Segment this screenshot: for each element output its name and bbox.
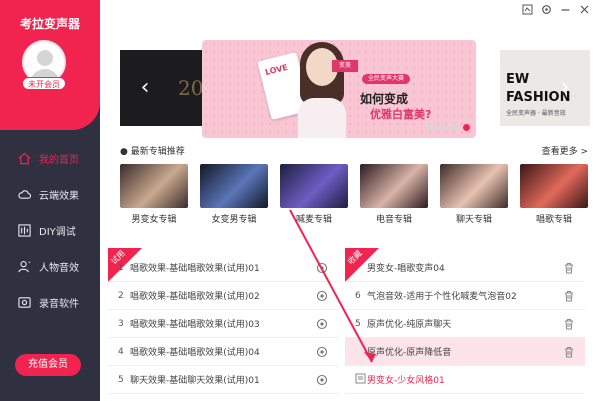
- view-more-link[interactable]: 查看更多 >: [542, 144, 588, 157]
- effect-row[interactable]: 4 唱歌效果-基础唱歌效果(试用)04: [108, 338, 338, 366]
- delete-icon[interactable]: [563, 318, 575, 330]
- banner-slide-prev[interactable]: 20: [120, 50, 210, 126]
- carousel-next-arrow-icon[interactable]: ›: [556, 74, 574, 102]
- vip-status-badge[interactable]: 未开会员: [22, 77, 66, 90]
- cloud-icon: [18, 189, 31, 199]
- effect-row[interactable]: 5 原声优化-纯原声聊天: [345, 310, 585, 338]
- effect-row[interactable]: 5 聊天效果-基础聊天效果(试用)01: [108, 366, 338, 394]
- sidebar-item-label: 云端效果: [39, 190, 79, 202]
- album-label: 聊天专辑: [455, 215, 492, 225]
- albums-header: ● 最新专辑推荐 查看更多 >: [120, 144, 588, 158]
- album-thumbnail[interactable]: [360, 164, 428, 208]
- play-effect-icon[interactable]: [316, 374, 328, 386]
- favorite-effects-panel: 收藏 男变女-唱歌变声04 6 气泡音效-适用于个性化喊麦气泡音02 5 原声优化-纯原声…: [345, 248, 585, 398]
- effect-row[interactable]: 男变女-唱歌变声04: [345, 254, 585, 282]
- carousel-dot[interactable]: [439, 124, 446, 131]
- delete-icon[interactable]: [563, 290, 575, 302]
- effect-name: 男变女-少女风格01: [367, 376, 445, 386]
- play-effect-icon[interactable]: [316, 290, 328, 302]
- album-thumbnail[interactable]: [120, 164, 188, 208]
- sidebar-item-label: 我的首页: [39, 154, 79, 166]
- effect-row[interactable]: 6 气泡音效-适用于个性化喊麦气泡音02: [345, 282, 585, 310]
- row-number: [345, 373, 367, 387]
- album-thumbnail[interactable]: [280, 164, 348, 208]
- sidebar-item-diy[interactable]: DIY调试: [0, 212, 100, 248]
- sidebar: 考拉变声器 未开会员 我的首页 云端效果 DIY调试 人物音效 录音软件 充值会…: [0, 0, 100, 401]
- row-number: 4: [118, 346, 124, 357]
- banner-tag: 变美: [332, 60, 358, 72]
- effect-row[interactable]: 3 唱歌效果-基础唱歌效果(试用)03: [108, 310, 338, 338]
- album-thumbnail[interactable]: [200, 164, 268, 208]
- row-number: 6: [355, 290, 361, 301]
- effect-name: 唱歌效果-基础唱歌效果(试用)02: [130, 292, 260, 302]
- sidebar-item-label: DIY调试: [39, 226, 76, 238]
- albums-title: ● 最新专辑推荐: [120, 147, 185, 157]
- file-icon: [355, 373, 366, 383]
- album-card[interactable]: 喊麦专辑: [280, 164, 348, 225]
- album-label: 电音专辑: [375, 215, 412, 225]
- album-label: 男变女专辑: [131, 215, 177, 225]
- album-card[interactable]: 女变男专辑: [200, 164, 268, 225]
- equalizer-icon: [18, 223, 31, 237]
- row-number: 5: [118, 374, 124, 385]
- album-card[interactable]: 唱歌专辑: [520, 164, 588, 225]
- effect-row[interactable]: 2 唱歌效果-基础唱歌效果(试用)02: [108, 282, 338, 310]
- carousel-prev-arrow-icon[interactable]: ‹: [136, 74, 154, 102]
- play-effect-icon[interactable]: [316, 318, 328, 330]
- effect-row[interactable]: 男变女-少女风格01: [345, 366, 585, 394]
- play-effect-icon[interactable]: [316, 262, 328, 274]
- album-card[interactable]: 男变女专辑: [120, 164, 188, 225]
- album-thumbnail[interactable]: [440, 164, 508, 208]
- album-label: 唱歌专辑: [535, 215, 572, 225]
- app-title: 考拉变声器: [19, 17, 80, 31]
- sidebar-item-home[interactable]: 我的首页: [0, 140, 100, 176]
- home-icon: [18, 152, 31, 164]
- app-window: 考拉变声器 未开会员 我的首页 云端效果 DIY调试 人物音效 录音软件 充值会…: [0, 0, 600, 401]
- carousel-indicator: [427, 124, 470, 131]
- sidebar-item-label: 人物音效: [39, 262, 79, 274]
- sidebar-item-character[interactable]: 人物音效: [0, 248, 100, 284]
- album-thumbnail[interactable]: [520, 164, 588, 208]
- sidebar-item-recorder[interactable]: 录音软件: [0, 284, 100, 320]
- carousel-dot[interactable]: [451, 124, 458, 131]
- album-card[interactable]: 聊天专辑: [440, 164, 508, 225]
- effect-name: 男变女-唱歌变声04: [367, 264, 445, 274]
- sidebar-item-label: 录音软件: [39, 298, 79, 310]
- delete-icon[interactable]: [563, 262, 575, 274]
- banner-slide-next[interactable]: EW FASHION 全民变声器 · 最新音效: [500, 50, 590, 126]
- recharge-button[interactable]: 充值会员: [15, 354, 81, 376]
- effect-row[interactable]: 1 唱歌效果-基础唱歌效果(试用)01: [108, 254, 338, 282]
- effect-name: 唱歌效果-基础唱歌效果(试用)01: [130, 264, 260, 274]
- banner-headline-2: 优雅白富美?: [370, 108, 432, 121]
- sidebar-item-cloud[interactable]: 云端效果: [0, 176, 100, 212]
- banner-small-label: 全民变声大赛: [362, 74, 411, 84]
- sidebar-header: 考拉变声器 未开会员: [0, 0, 100, 130]
- effect-row[interactable]: 原声优化-原声降低音: [345, 338, 585, 366]
- mic-recorder-icon: [18, 296, 31, 308]
- row-number: 1: [118, 262, 124, 273]
- album-list: 男变女专辑 女变男专辑 喊麦专辑 电音专辑 聊天专辑 唱歌专辑: [120, 164, 588, 228]
- row-number: 5: [355, 318, 361, 329]
- effect-name: 气泡音效-适用于个性化喊麦气泡音02: [367, 292, 517, 302]
- trial-effects-panel: 试用 1 唱歌效果-基础唱歌效果(试用)01 2 唱歌效果-基础唱歌效果(试用)02 3 唱…: [108, 248, 338, 398]
- delete-icon[interactable]: [563, 346, 575, 358]
- carousel-dot-active[interactable]: [463, 124, 470, 131]
- row-number: 2: [118, 290, 124, 301]
- banner-carousel: 20 EW FASHION 全民变声器 · 最新音效 LOVE 变美 全民变声大…: [100, 10, 600, 148]
- effect-name: 原声优化-纯原声聊天: [367, 320, 452, 330]
- play-effect-icon[interactable]: [316, 346, 328, 358]
- effect-name: 唱歌效果-基础唱歌效果(试用)04: [130, 348, 260, 358]
- album-label: 喊麦专辑: [295, 215, 332, 225]
- effect-name: 聊天效果-基础聊天效果(试用)01: [130, 376, 260, 386]
- row-number: 3: [118, 318, 124, 329]
- sidebar-nav: 我的首页 云端效果 DIY调试 人物音效 录音软件: [0, 140, 100, 320]
- effect-name: 唱歌效果-基础唱歌效果(试用)03: [130, 320, 260, 330]
- album-label: 女变男专辑: [211, 215, 257, 225]
- effect-name: 原声优化-原声降低音: [367, 348, 452, 358]
- banner-headline-1: 如何变成: [360, 92, 409, 106]
- user-sound-icon: [18, 260, 31, 272]
- album-card[interactable]: 电音专辑: [360, 164, 428, 225]
- carousel-dot[interactable]: [427, 124, 434, 131]
